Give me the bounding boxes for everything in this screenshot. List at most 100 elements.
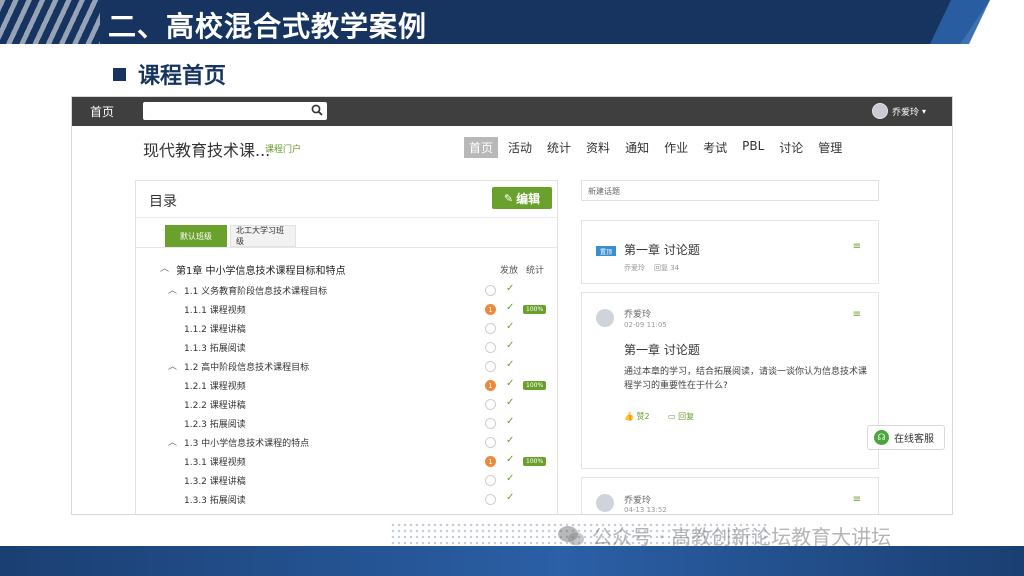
check-icon: ✓ xyxy=(506,397,515,408)
check-icon: ✓ xyxy=(506,473,515,484)
check-icon: ✓ xyxy=(506,454,515,465)
section-row[interactable]: ︿ 1.1 义务教育阶段信息技术课程目标 ✓ xyxy=(136,282,557,301)
release-status-icon xyxy=(485,475,496,486)
section-row[interactable]: ︿ 1.2 高中阶段信息技术课程目标 ✓ xyxy=(136,358,557,377)
section-row[interactable]: ︿ 1.3 中小学信息技术课程的特点 ✓ xyxy=(136,434,557,453)
search-icon[interactable] xyxy=(311,104,323,116)
release-status-icon xyxy=(485,342,496,353)
section-label: 1.2 高中阶段信息技术课程目标 xyxy=(184,363,310,373)
tab-pbl[interactable]: PBL xyxy=(737,137,769,158)
section-title: 课程首页 xyxy=(138,64,227,89)
discussion-card-pinned[interactable]: ≡ 置顶 第一章 讨论题 乔爱玲 回复 34 xyxy=(581,220,879,284)
slide: 二、高校混合式教学案例 课程首页 首页 乔爱玲 ▾ 现代教育技术课... 课程门… xyxy=(0,0,1024,576)
progress-badge: 100% xyxy=(523,457,547,466)
tab-home[interactable]: 首页 xyxy=(464,137,499,158)
avatar xyxy=(596,494,614,512)
item-label: 1.3.1 课程视频 xyxy=(184,458,246,468)
release-status-icon xyxy=(485,323,496,334)
reply-button[interactable]: ▭ 回复 xyxy=(668,411,694,422)
tab-default-class[interactable]: 默认班级 xyxy=(165,225,227,247)
list-item[interactable]: 1.1.3 拓展阅读 ✓ xyxy=(136,339,557,358)
card-author: 乔爱玲 xyxy=(624,310,652,320)
user-menu[interactable]: 乔爱玲 ▾ xyxy=(871,103,926,119)
chevron-down-icon: ▾ xyxy=(921,106,926,116)
list-item[interactable]: 1.1.2 课程讲稿 ✓ xyxy=(136,320,557,339)
check-icon: ✓ xyxy=(506,340,515,351)
avatar xyxy=(871,103,888,119)
badge: 1 xyxy=(485,456,496,467)
item-label: 1.2.3 拓展阅读 xyxy=(184,420,246,430)
reply-label: 回复 xyxy=(678,412,695,421)
class-tabs: 默认班级 北工大学习班级 xyxy=(165,225,299,247)
post-body: 通过本章的学习，结合拓展阅读，请谈一谈你认为信息技术课程学习的重要性在于什么? xyxy=(624,367,868,391)
list-item[interactable]: 1.3.3 拓展阅读 ✓ xyxy=(136,491,557,510)
course-homepage-screenshot: 首页 乔爱玲 ▾ 现代教育技术课... 课程门户 首页 活动 统计 资料 通知 … xyxy=(71,96,953,515)
online-service-label: 在线客服 xyxy=(894,434,934,445)
divider xyxy=(136,247,557,248)
edit-button[interactable]: ✎ 编辑 xyxy=(492,187,552,209)
watermark-text: 公众号 · 高教创新论坛教育大讲坛 xyxy=(592,525,892,549)
like-count: 赞2 xyxy=(636,412,650,421)
top-home-link[interactable]: 首页 xyxy=(90,103,114,120)
progress-badge: 100% xyxy=(523,305,547,314)
divider xyxy=(136,217,557,218)
check-icon: ✓ xyxy=(506,378,515,389)
discussion-card[interactable]: 乔爱玲 04-13 13:52 ≡ xyxy=(581,477,879,514)
course-portal-link[interactable]: 课程门户 xyxy=(265,142,301,155)
card-title[interactable]: 第一章 讨论题 xyxy=(624,241,700,258)
badge: 1 xyxy=(485,304,496,315)
pinned-tag: 置顶 xyxy=(596,246,616,256)
user-name: 乔爱玲 xyxy=(891,107,919,118)
tab-notices[interactable]: 通知 xyxy=(620,137,654,158)
release-status-icon xyxy=(485,361,496,372)
card-title[interactable]: 第一章 讨论题 xyxy=(624,341,700,358)
list-item[interactable]: 1.2.3 拓展阅读 ✓ xyxy=(136,415,557,434)
chevron-up-icon[interactable]: ︿ xyxy=(168,359,177,372)
edit-label: 编辑 xyxy=(516,191,541,206)
toc-panel: 目录 ✎ 编辑 默认班级 北工大学习班级 发放 统计 ︿ 第1章 中小学信息技术… xyxy=(135,180,558,514)
badge: 1 xyxy=(485,380,496,391)
chevron-up-icon[interactable]: ︿ xyxy=(160,261,169,274)
new-topic-input[interactable]: 新建话题 xyxy=(581,180,879,201)
chevron-up-icon[interactable]: ︿ xyxy=(168,435,177,448)
square-bullet-icon xyxy=(113,67,126,81)
release-status-icon xyxy=(485,437,496,448)
list-item[interactable]: 1.3.2 课程讲稿 ✓ xyxy=(136,472,557,491)
check-icon: ✓ xyxy=(506,283,515,294)
watermark: 公众号 · 高教创新论坛教育大讲坛 xyxy=(556,521,891,550)
release-status-icon xyxy=(485,494,496,505)
search-input[interactable] xyxy=(143,102,327,120)
item-label: 1.1.2 课程讲稿 xyxy=(184,325,246,335)
check-icon: ✓ xyxy=(506,302,515,313)
reply-count: 回复 34 xyxy=(654,264,680,272)
banner-stripes xyxy=(0,0,100,60)
item-label: 1.1.3 拓展阅读 xyxy=(184,344,246,354)
list-item[interactable]: 1.2.1 课程视频 1 ✓ 100% xyxy=(136,377,557,396)
menu-icon[interactable]: ≡ xyxy=(853,241,861,252)
tab-manage[interactable]: 管理 xyxy=(813,137,847,158)
like-button[interactable]: 👍 赞2 xyxy=(624,411,650,422)
tab-statistics[interactable]: 统计 xyxy=(542,137,576,158)
tab-resources[interactable]: 资料 xyxy=(581,137,615,158)
tab-discussion[interactable]: 讨论 xyxy=(774,137,808,158)
tab-bjut-class[interactable]: 北工大学习班级 xyxy=(230,225,296,247)
online-service-button[interactable]: ☊ 在线客服 xyxy=(867,425,945,450)
menu-icon[interactable]: ≡ xyxy=(853,309,861,320)
item-label: 1.3.2 课程讲稿 xyxy=(184,477,246,487)
list-item[interactable]: 1.2.2 课程讲稿 ✓ xyxy=(136,396,557,415)
tab-exam[interactable]: 考试 xyxy=(698,137,732,158)
progress-badge: 100% xyxy=(523,381,547,390)
list-item[interactable]: 1.3.1 课程视频 1 ✓ 100% xyxy=(136,453,557,472)
avatar xyxy=(596,309,614,327)
wechat-icon xyxy=(558,525,584,545)
release-status-icon xyxy=(485,285,496,296)
chapter-row[interactable]: ︿ 第1章 中小学信息技术课程目标和特点 xyxy=(136,260,557,279)
menu-icon[interactable]: ≡ xyxy=(853,494,861,505)
tab-activity[interactable]: 活动 xyxy=(503,137,537,158)
discussion-card[interactable]: 乔爱玲 02-09 11:05 ≡ 第一章 讨论题 通过本章的学习，结合拓展阅读… xyxy=(581,292,879,469)
chevron-up-icon[interactable]: ︿ xyxy=(168,283,177,296)
list-item[interactable]: 1.1.1 课程视频 1 ✓ 100% xyxy=(136,301,557,320)
section-heading: 课程首页 xyxy=(113,58,226,90)
tab-homework[interactable]: 作业 xyxy=(659,137,693,158)
title-banner: 二、高校混合式教学案例 xyxy=(0,0,1024,60)
